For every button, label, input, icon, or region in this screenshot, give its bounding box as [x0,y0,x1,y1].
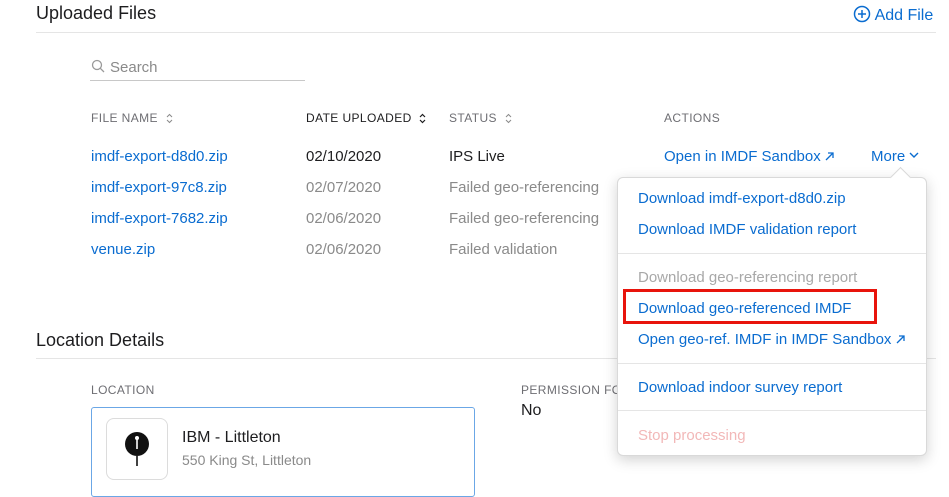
date-uploaded: 02/06/2020 [306,210,382,227]
menu-item-download-indoor-survey-report[interactable]: Download indoor survey report [638,379,842,396]
menu-separator [618,253,926,254]
external-link-icon [896,335,905,344]
column-header-actions: ACTIONS [664,111,721,125]
column-header-file-name[interactable]: FILE NAME [91,111,173,125]
highlight-box [623,289,877,324]
location-label: LOCATION [91,383,155,397]
search-field[interactable] [90,54,305,81]
status-text: Failed validation [449,241,558,258]
sort-icon [419,113,426,124]
chevron-down-icon [909,152,919,158]
status-text: Failed geo-referencing [449,179,600,196]
status-text: IPS Live [449,148,505,165]
menu-item-open-geo-ref-in-sandbox[interactable]: Open geo-ref. IMDF in IMDF Sandbox [638,331,905,348]
menu-item-stop-processing: Stop processing [638,427,746,444]
file-name-link[interactable]: imdf-export-7682.zip [91,210,228,227]
file-name-link[interactable]: imdf-export-d8d0.zip [91,148,228,165]
column-header-label: STATUS [449,111,497,125]
menu-separator [618,410,926,411]
column-header-status[interactable]: STATUS [449,111,512,125]
menu-item-label: Open geo-ref. IMDF in IMDF Sandbox [638,331,892,348]
add-file-button[interactable]: Add File [853,5,933,25]
external-link-icon [825,152,834,161]
permission-label: PERMISSION FO [521,383,622,397]
status-text: Failed geo-referencing [449,210,600,227]
search-icon [91,59,105,73]
more-label: More [871,148,906,165]
file-name-link[interactable]: venue.zip [91,241,155,258]
menu-item-download-file[interactable]: Download imdf-export-d8d0.zip [638,190,846,207]
menu-item-download-validation-report[interactable]: Download IMDF validation report [638,221,856,238]
column-header-label: DATE UPLOADED [306,111,412,125]
location-card[interactable]: IBM - Littleton 550 King St, Littleton [91,407,475,497]
location-name: IBM - Littleton [182,429,281,446]
add-file-label: Add File [874,7,934,24]
map-pin-icon [125,432,149,466]
plus-circle-icon [853,5,871,23]
uploaded-files-title: Uploaded Files [36,3,157,23]
location-details-title: Location Details [36,330,165,350]
file-name-link[interactable]: imdf-export-97c8.zip [91,179,227,196]
date-uploaded: 02/10/2020 [306,148,382,165]
open-in-sandbox-link[interactable]: Open in IMDF Sandbox [664,148,834,165]
date-uploaded: 02/06/2020 [306,241,382,258]
more-button[interactable]: More [871,148,919,165]
search-input[interactable] [110,57,300,77]
column-header-date-uploaded[interactable]: DATE UPLOADED [306,111,426,125]
divider [36,32,936,33]
menu-separator [618,363,926,364]
sort-icon [166,114,173,124]
open-in-sandbox-label: Open in IMDF Sandbox [664,148,821,165]
location-pin-box [106,418,168,480]
menu-item-download-geo-referencing-report: Download geo-referencing report [638,269,858,286]
sort-icon [505,114,512,124]
permission-value: No [521,402,542,419]
location-address: 550 King St, Littleton [182,452,312,468]
date-uploaded: 02/07/2020 [306,179,382,196]
column-header-label: FILE NAME [91,111,158,125]
